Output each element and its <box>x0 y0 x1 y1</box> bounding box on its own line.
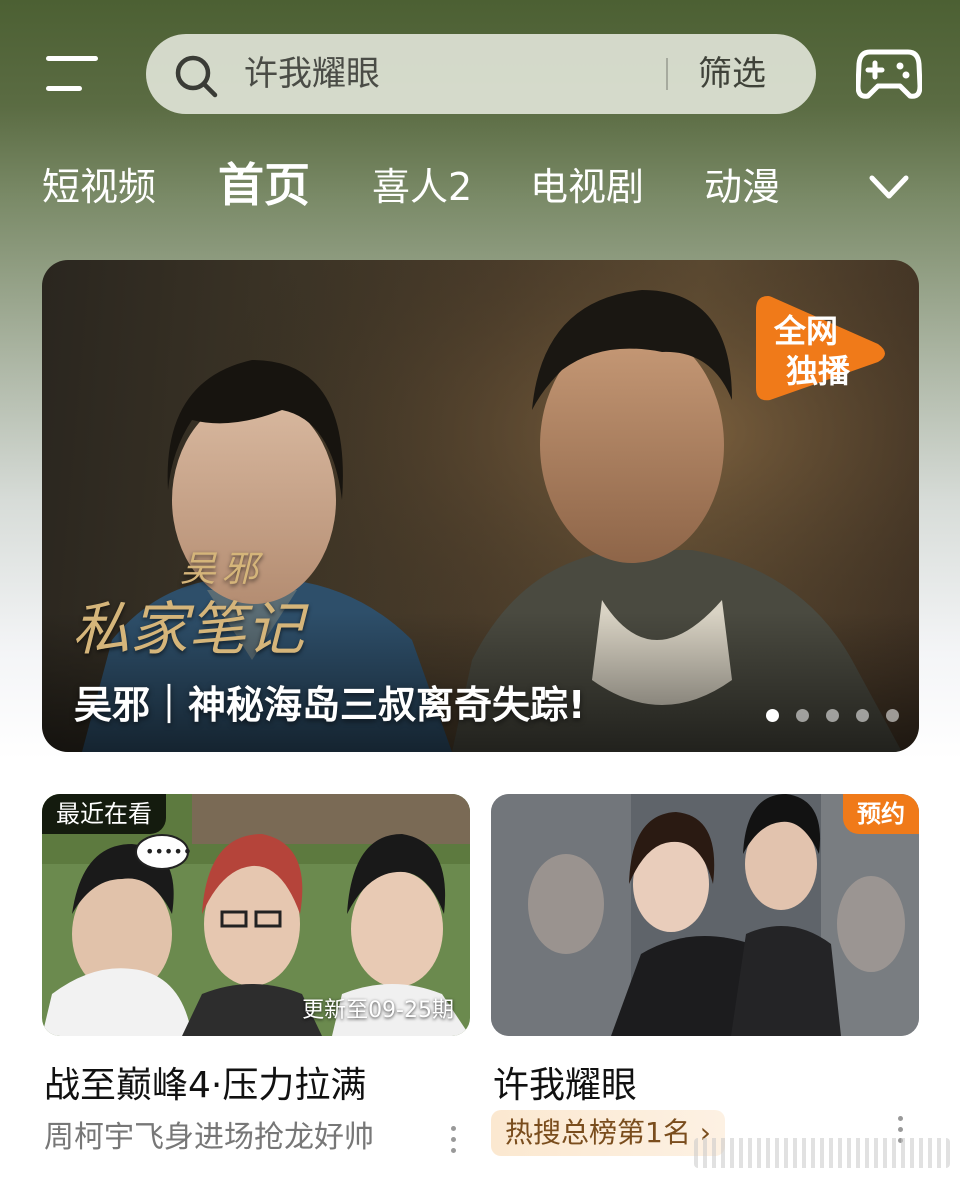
hot-search-rank-badge[interactable]: 热搜总榜第1名 › <box>491 1110 725 1156</box>
tab-home[interactable]: 首页 <box>218 150 310 220</box>
tab-tv-series[interactable]: 电视剧 <box>530 152 644 222</box>
exclusive-badge: 全网 独播 <box>756 296 885 401</box>
watermark <box>694 1138 950 1168</box>
search-bar[interactable]: 许我耀眼 筛选 <box>146 34 816 114</box>
hero-banner[interactable]: 吴邪 私家笔记 全网 独播 吴邪｜神秘海岛三叔离奇失踪! <box>42 260 919 752</box>
card-subtitle[interactable]: 周柯宇飞身进场抢龙好帅 <box>44 1112 374 1156</box>
exclusive-badge-line2: 独播 <box>786 352 851 390</box>
category-tabs: 短视频 首页 喜人2 电视剧 动漫 <box>0 150 960 230</box>
search-icon <box>175 55 218 98</box>
svg-text:•••••: ••••• <box>145 842 192 861</box>
recently-watched-badge: 最近在看 <box>42 794 166 834</box>
carousel-dot[interactable] <box>886 709 899 722</box>
card-title[interactable]: 战至巅峰4·压力拉满 <box>44 1056 366 1108</box>
exclusive-badge-line1: 全网 <box>773 312 838 350</box>
carousel-dot[interactable] <box>826 709 839 722</box>
video-thumbnail[interactable]: 预约 <box>491 794 919 1036</box>
carousel-dot[interactable] <box>796 709 809 722</box>
carousel-dot[interactable] <box>856 709 869 722</box>
filter-button[interactable]: 筛选 <box>698 50 766 98</box>
carousel-dot[interactable] <box>766 709 779 722</box>
search-divider <box>666 58 668 90</box>
tab-anime[interactable]: 动漫 <box>704 152 780 222</box>
card-title[interactable]: 许我耀眼 <box>493 1056 637 1108</box>
show-logo-line2: 私家笔记 <box>72 595 305 663</box>
tab-xiren2[interactable]: 喜人2 <box>372 152 472 222</box>
video-thumbnail[interactable]: ••••• 最近在看 更新至09-25期 <box>42 794 470 1036</box>
more-options-icon[interactable] <box>448 1122 458 1158</box>
tab-short-video[interactable]: 短视频 <box>42 152 156 222</box>
chevron-down-icon[interactable] <box>864 168 914 208</box>
reserve-badge[interactable]: 预约 <box>843 794 919 834</box>
banner-caption: 吴邪｜神秘海岛三叔离奇失踪! <box>74 683 586 727</box>
menu-icon[interactable] <box>42 52 100 96</box>
search-input[interactable]: 许我耀眼 <box>244 50 380 98</box>
gamepad-icon[interactable] <box>856 44 922 102</box>
carousel-indicator <box>766 706 916 726</box>
episode-update-note: 更新至09-25期 <box>302 998 454 1023</box>
